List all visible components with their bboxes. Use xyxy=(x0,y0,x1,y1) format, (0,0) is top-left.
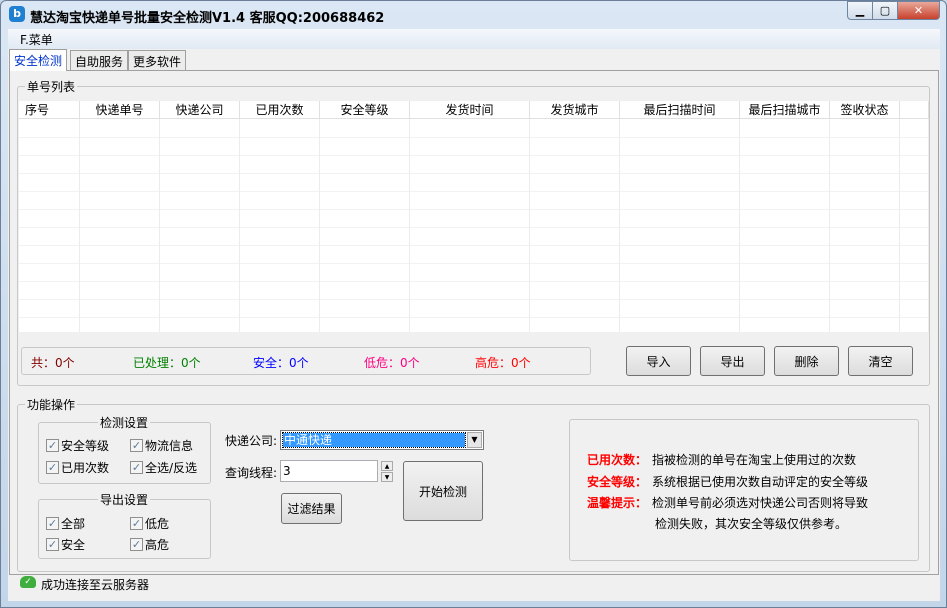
menu-file[interactable]: F.菜单 xyxy=(20,31,53,48)
grid-column xyxy=(410,101,530,332)
company-select[interactable]: 中通快递 ▼ xyxy=(280,430,484,450)
export-button[interactable]: 导出 xyxy=(700,346,765,376)
column-header[interactable]: 快递单号 xyxy=(80,101,160,119)
status-text: 成功连接至云服务器 xyxy=(41,578,150,592)
column-header[interactable]: 安全等级 xyxy=(320,101,410,119)
checkbox-safety-level[interactable]: ✓ 安全等级 xyxy=(46,437,109,454)
checkbox-used-count[interactable]: ✓ 已用次数 xyxy=(46,459,109,476)
checkbox-export-low[interactable]: ✓ 低危 xyxy=(130,515,169,532)
grid-column xyxy=(240,101,320,332)
grid-column xyxy=(900,101,929,332)
order-table[interactable]: 序号 快递单号 快递公司 已用次数 安全等级 发货时间 发货城市 最后扫描时间 最后扫描城市 签收… xyxy=(19,101,929,332)
column-header[interactable]: 序号 xyxy=(19,101,80,119)
company-select-value: 中通快递 xyxy=(282,432,466,448)
grid-column xyxy=(80,101,160,332)
stat-total: 共：0个 xyxy=(31,356,75,370)
checkbox-select-all[interactable]: ✓ 全选/反选 xyxy=(130,459,197,476)
check-icon: ✓ xyxy=(46,517,59,530)
close-button[interactable]: ✕ xyxy=(897,1,940,20)
grid-column xyxy=(320,101,410,332)
stat-low-risk: 低危：0个 xyxy=(364,356,420,370)
stat-processed: 已处理：0个 xyxy=(133,356,201,370)
clear-button[interactable]: 清空 xyxy=(848,346,913,376)
column-header[interactable]: 快递公司 xyxy=(160,101,240,119)
threads-label: 查询线程: xyxy=(225,466,278,480)
info-value-safety-level: 系统根据已使用次数自动评定的安全等级 xyxy=(652,475,869,489)
column-header[interactable]: 最后扫描城市 xyxy=(740,101,830,119)
grid-column xyxy=(19,101,80,332)
stat-safe: 安全：0个 xyxy=(253,356,309,370)
checkbox-logistics-info[interactable]: ✓ 物流信息 xyxy=(130,437,193,454)
cloud-connected-icon: ✓ xyxy=(20,576,36,588)
export-settings-legend: 导出设置 xyxy=(98,491,151,508)
column-header[interactable]: 签收状态 xyxy=(830,101,900,119)
menu-bar: F.菜单 xyxy=(8,29,940,49)
info-value-tip: 检测单号前必须选对快递公司否则将导致 xyxy=(652,496,869,510)
info-key-used-count: 已用次数： xyxy=(587,453,648,467)
chevron-down-icon[interactable]: ▼ xyxy=(467,432,482,448)
grid-column xyxy=(160,101,240,332)
checkbox-export-high[interactable]: ✓ 高危 xyxy=(130,536,169,553)
info-key-tip: 温馨提示： xyxy=(587,496,648,510)
check-icon: ✓ xyxy=(46,439,59,452)
import-button[interactable]: 导入 xyxy=(626,346,691,376)
tab-security-check[interactable]: 安全检测 xyxy=(9,49,68,71)
company-label: 快递公司: xyxy=(225,434,278,448)
grid-column xyxy=(530,101,620,332)
grid-column xyxy=(620,101,740,332)
minimize-button[interactable]: ▁ xyxy=(847,1,873,20)
filter-results-button[interactable]: 过滤结果 xyxy=(281,493,342,524)
check-icon: ✓ xyxy=(46,461,59,474)
check-icon: ✓ xyxy=(130,439,143,452)
grid-column xyxy=(830,101,900,332)
column-header[interactable]: 发货城市 xyxy=(530,101,620,119)
spin-down-icon[interactable]: ▼ xyxy=(381,472,393,482)
checkbox-export-safe[interactable]: ✓ 安全 xyxy=(46,536,85,553)
stat-high-risk: 高危：0个 xyxy=(475,356,531,370)
info-value-tip-cont: 检测失败，其次安全等级仅供参考。 xyxy=(655,517,848,531)
column-header[interactable]: 发货时间 xyxy=(410,101,530,119)
info-value-used-count: 指被检测的单号在淘宝上使用过的次数 xyxy=(652,453,857,467)
tab-self-service[interactable]: 自助服务 xyxy=(70,50,129,71)
maximize-button[interactable]: ▢ xyxy=(872,1,898,20)
grid-column xyxy=(740,101,830,332)
checkbox-export-all[interactable]: ✓ 全部 xyxy=(46,515,85,532)
order-list-legend: 单号列表 xyxy=(25,78,78,95)
column-header[interactable]: 已用次数 xyxy=(240,101,320,119)
spin-up-icon[interactable]: ▲ xyxy=(381,461,393,471)
check-icon: ✓ xyxy=(130,538,143,551)
operations-legend: 功能操作 xyxy=(25,396,78,413)
tab-more-software[interactable]: 更多软件 xyxy=(128,50,187,71)
info-key-safety-level: 安全等级： xyxy=(587,475,648,489)
threads-input[interactable]: 3 xyxy=(280,460,378,482)
window-title: 慧达淘宝快递单号批量安全检测V1.4 客服QQ:200688462 xyxy=(30,11,385,26)
check-icon: ✓ xyxy=(46,538,59,551)
check-icon: ✓ xyxy=(130,461,143,474)
column-header-filler[interactable] xyxy=(900,101,929,119)
check-icon: ✓ xyxy=(130,517,143,530)
detect-settings-legend: 检测设置 xyxy=(98,414,151,431)
start-check-button[interactable]: 开始检测 xyxy=(403,461,483,521)
delete-button[interactable]: 删除 xyxy=(774,346,839,376)
info-panel xyxy=(569,419,919,561)
column-header[interactable]: 最后扫描时间 xyxy=(620,101,740,119)
app-logo-icon: b xyxy=(9,6,25,22)
